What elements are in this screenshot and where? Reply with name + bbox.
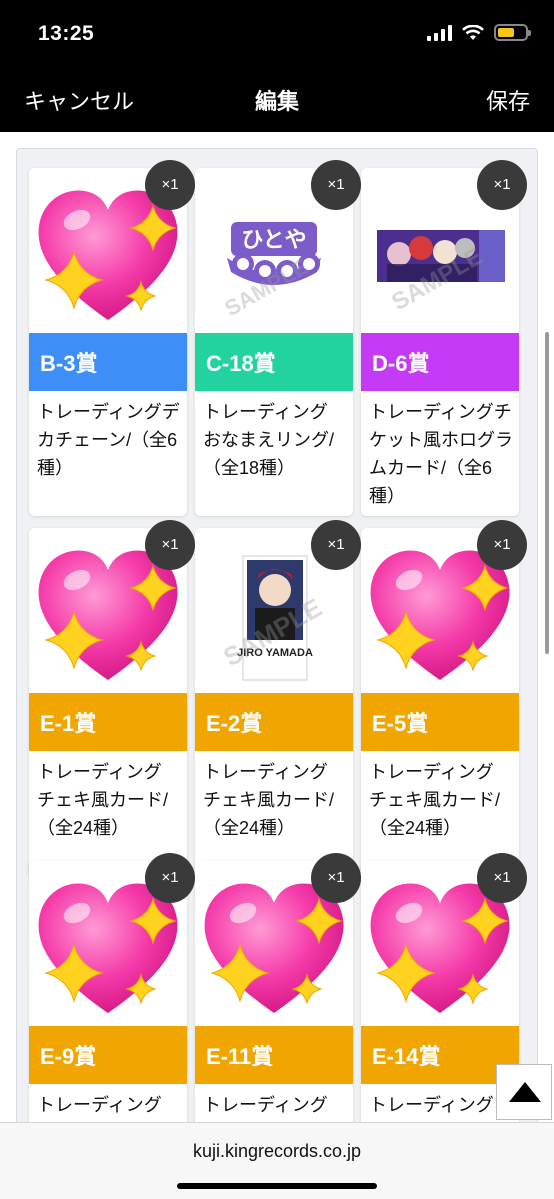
prize-card[interactable]: JIRO YAMADA SAMPLE E-2賞 トレーディング チェキ風カード/（全2…	[195, 520, 361, 876]
prize-description: トレーディングチケット風ホログラムカード/（全6種）	[369, 402, 513, 506]
prize-description: トレーディング チ	[203, 1095, 328, 1115]
nav-bar: キャンセル 編集 保存	[0, 66, 554, 132]
prize-description: トレーディング チェキ風カード/（全24種）	[37, 762, 169, 838]
cellular-signal-icon	[427, 24, 452, 41]
quantity-badge[interactable]: ×1	[311, 520, 361, 570]
prize-rank-label: E-9賞	[29, 1026, 187, 1084]
prize-rank-label: B-3賞	[29, 333, 187, 391]
quantity-badge[interactable]: ×1	[477, 853, 527, 903]
quantity-badge[interactable]: ×1	[477, 520, 527, 570]
prize-rank-label: E-2賞	[195, 693, 353, 751]
prize-card[interactable]: E-11賞トレーディング チ ×1	[195, 853, 361, 1122]
quantity-badge[interactable]: ×1	[145, 853, 195, 903]
prize-description: トレーディングデカチェーン/（全6種）	[37, 402, 180, 478]
prize-rank-label: D-6賞	[361, 333, 519, 391]
quantity-badge[interactable]: ×1	[145, 520, 195, 570]
prize-rank-label: E-5賞	[361, 693, 519, 751]
prize-rank-label: C-18賞	[195, 333, 353, 391]
scrollbar[interactable]	[545, 332, 549, 654]
home-indicator[interactable]	[177, 1183, 377, 1189]
quantity-badge[interactable]: ×1	[477, 160, 527, 210]
prize-description: トレーディング チ	[369, 1095, 494, 1115]
prize-rank-label: E-11賞	[195, 1026, 353, 1084]
prize-card[interactable]: SAMPLE D-6賞 トレーディングチケット風ホログラムカード/（全6種） ×1	[361, 160, 527, 516]
wifi-icon	[462, 24, 484, 40]
ring-text: ひとや	[241, 228, 306, 253]
url-text: kuji.kingrecords.co.jp	[192, 1141, 362, 1161]
prize-card[interactable]: E-9賞トレーディング チ ×1	[29, 853, 195, 1122]
prize-card[interactable]: E-5賞トレーディング チェキ風カード/（全24種） ×1	[361, 520, 527, 876]
status-icons	[427, 24, 531, 41]
prize-card[interactable]: B-3賞トレーディングデカチェーン/（全6種） ×1	[29, 160, 195, 516]
content-area[interactable]: B-3賞 トレーディングデカチェーン/（全6種） ×1 ひとや SAMPLE C-18賞ト…	[0, 132, 554, 1122]
prize-description: トレーディング チェキ風カード/（全24種）	[203, 762, 335, 838]
cancel-button[interactable]: キャンセル	[24, 84, 134, 116]
prize-rank-label: E-1賞	[29, 693, 187, 751]
triangle-up-icon	[509, 1082, 541, 1102]
quantity-badge[interactable]: ×1	[311, 160, 361, 210]
status-time: 13:25	[38, 22, 95, 45]
quantity-badge[interactable]: ×1	[145, 160, 195, 210]
prize-description: トレーディング チ	[37, 1095, 162, 1115]
prize-description: トレーディング チェキ風カード/（全24種）	[369, 762, 501, 838]
prize-description: トレーディング おなまえリング/（全18種）	[203, 402, 335, 478]
scroll-to-top-button[interactable]	[496, 1064, 552, 1120]
quantity-badge[interactable]: ×1	[311, 853, 361, 903]
prize-card[interactable]: ひとや SAMPLE C-18賞 トレーディング おなまえリング/（全18種） ×1	[195, 160, 361, 516]
save-button[interactable]: 保存	[486, 84, 530, 116]
prize-card[interactable]: E-1賞トレーディング チェキ風カード/（全24種） ×1	[29, 520, 195, 876]
status-bar: 13:25	[0, 0, 554, 66]
battery-icon	[494, 24, 531, 41]
